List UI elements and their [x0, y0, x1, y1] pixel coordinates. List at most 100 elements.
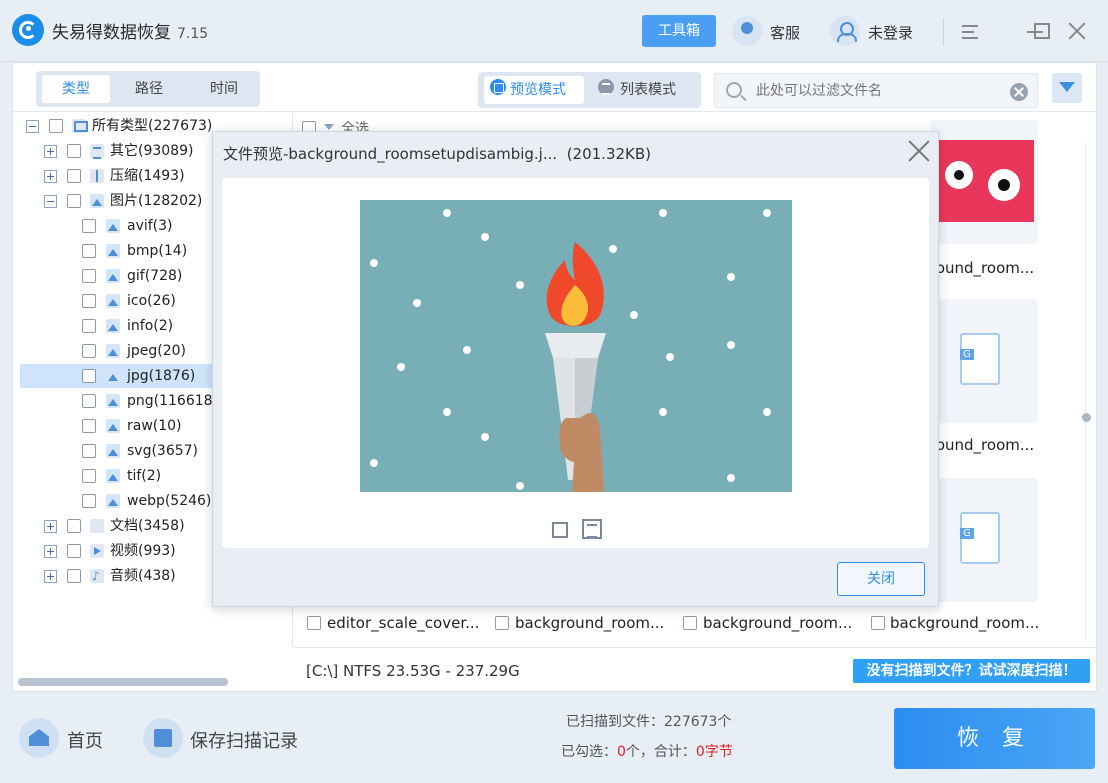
file-checkbox[interactable] — [307, 616, 321, 630]
checkbox[interactable] — [67, 144, 81, 158]
checkbox[interactable] — [49, 119, 63, 133]
expand-icon[interactable] — [44, 145, 57, 158]
checkbox[interactable] — [82, 219, 96, 233]
tree-item-raw[interactable]: raw(10) — [82, 414, 212, 438]
list-mode-icon[interactable] — [598, 79, 614, 95]
content-divider — [293, 111, 1097, 112]
tree-item-info[interactable]: info(2) — [82, 314, 212, 338]
vertical-scrollbar-thumb[interactable] — [1082, 413, 1091, 422]
maximize-icon[interactable] — [1034, 23, 1050, 39]
save-icon[interactable] — [143, 718, 183, 758]
home-button[interactable]: 首页 — [67, 727, 103, 753]
deep-scan-button[interactable]: 没有扫描到文件？试试深度扫描！ — [853, 659, 1090, 683]
tree-item-archive[interactable]: 压缩(1493) — [44, 164, 214, 188]
thumbnail-filename[interactable]: round_room... — [930, 436, 1034, 454]
dialog-close-icon[interactable] — [908, 140, 930, 162]
file-name[interactable]: background_room... — [890, 614, 1039, 632]
tree-item-png[interactable]: png(116618 — [82, 389, 212, 413]
tree-item-all-types[interactable]: 所有类型(227673) — [26, 114, 216, 138]
thumbnail-filename[interactable]: round_room... — [930, 259, 1034, 277]
home-icon[interactable] — [19, 718, 59, 758]
checkbox[interactable] — [82, 394, 96, 408]
tab-type[interactable]: 类型 — [42, 75, 110, 103]
checkbox[interactable] — [67, 519, 81, 533]
collapse-icon[interactable] — [26, 120, 39, 133]
file-thumbnail[interactable]: G — [930, 299, 1038, 423]
checkbox[interactable] — [82, 269, 96, 283]
tree-item-label: 文档(3458) — [110, 518, 185, 534]
tree-item-jpeg[interactable]: jpeg(20) — [82, 339, 212, 363]
user-avatar-icon[interactable] — [830, 16, 860, 46]
checkbox[interactable] — [67, 169, 81, 183]
file-name[interactable]: background_room... — [515, 614, 664, 632]
tree-item-webp[interactable]: webp(5246) — [82, 489, 222, 513]
tree-item-avif[interactable]: avif(3) — [82, 214, 212, 238]
recover-button[interactable]: 恢 复 — [894, 708, 1095, 769]
expand-icon[interactable] — [44, 545, 57, 558]
checkbox[interactable] — [82, 344, 96, 358]
tree-item-gif[interactable]: gif(728) — [82, 264, 212, 288]
filter-input[interactable] — [756, 80, 996, 102]
tab-path[interactable]: 路径 — [113, 75, 185, 103]
checkbox[interactable] — [82, 469, 96, 483]
tree-item-other[interactable]: 其它(93089) — [44, 139, 214, 163]
checkbox[interactable] — [82, 369, 96, 383]
file-size: (201.32KB) — [566, 145, 652, 163]
checkbox[interactable] — [82, 319, 96, 333]
tree-item-label: raw(10) — [127, 418, 182, 434]
tab-time[interactable]: 时间 — [188, 75, 260, 103]
tree-item-label: 其它(93089) — [110, 143, 194, 159]
checkbox[interactable] — [67, 194, 81, 208]
checkbox[interactable] — [82, 494, 96, 508]
file-thumbnail[interactable] — [930, 120, 1038, 244]
image-icon — [106, 494, 120, 508]
image-icon — [106, 269, 120, 283]
clear-filter-icon[interactable] — [1010, 83, 1028, 101]
checkbox[interactable] — [82, 294, 96, 308]
file-name[interactable]: editor_scale_cover... — [327, 614, 479, 632]
fit-to-window-icon[interactable] — [549, 519, 569, 539]
save-scan-record-button[interactable]: 保存扫描记录 — [190, 727, 298, 753]
tree-item-ico[interactable]: ico(26) — [82, 289, 212, 313]
expand-icon[interactable] — [44, 520, 57, 533]
image-icon — [106, 469, 120, 483]
file-name[interactable]: background_room... — [703, 614, 852, 632]
checkbox[interactable] — [82, 419, 96, 433]
image-icon — [106, 344, 120, 358]
expand-icon[interactable] — [44, 570, 57, 583]
actual-size-icon[interactable] — [582, 519, 602, 539]
tree-item-tif[interactable]: tif(2) — [82, 464, 212, 488]
file-checkbox[interactable] — [495, 616, 509, 630]
tree-item-svg[interactable]: svg(3657) — [82, 439, 212, 463]
select-all-dropdown-icon[interactable] — [324, 124, 334, 130]
sidebar-horizontal-scrollbar[interactable] — [18, 678, 228, 686]
tree-item-images[interactable]: 图片(128202) — [44, 189, 214, 213]
file-thumbnail[interactable]: G — [930, 478, 1038, 602]
filter-funnel-icon[interactable] — [1052, 73, 1082, 103]
dialog-close-button[interactable]: 关闭 — [837, 562, 925, 596]
checkbox[interactable] — [67, 544, 81, 558]
customer-service-icon[interactable] — [732, 16, 762, 46]
close-icon[interactable] — [1068, 22, 1086, 40]
tree-item-jpg[interactable]: jpg(1876) — [82, 364, 212, 388]
toolbox-button[interactable]: 工具箱 — [642, 15, 716, 47]
tree-item-bmp[interactable]: bmp(14) — [82, 239, 212, 263]
menu-icon[interactable] — [962, 22, 980, 40]
image-file-icon: G — [960, 512, 1000, 564]
tree-item-video[interactable]: 视频(993) — [44, 539, 214, 563]
tree-item-audio[interactable]: 音频(438) — [44, 564, 214, 588]
file-checkbox[interactable] — [683, 616, 697, 630]
expand-icon[interactable] — [44, 170, 57, 183]
tree-item-documents[interactable]: 文档(3458) — [44, 514, 214, 538]
checkbox[interactable] — [82, 444, 96, 458]
customer-service-label[interactable]: 客服 — [770, 22, 800, 43]
checkbox[interactable] — [82, 244, 96, 258]
sidebar-tabs: 类型 路径 时间 — [36, 71, 260, 107]
file-checkbox[interactable] — [871, 616, 885, 630]
tree-item-label: svg(3657) — [127, 443, 199, 459]
checkbox[interactable] — [67, 569, 81, 583]
video-icon — [90, 544, 104, 558]
preview-mode-icon[interactable] — [490, 79, 506, 95]
login-status-label[interactable]: 未登录 — [868, 22, 913, 43]
collapse-icon[interactable] — [44, 195, 57, 208]
